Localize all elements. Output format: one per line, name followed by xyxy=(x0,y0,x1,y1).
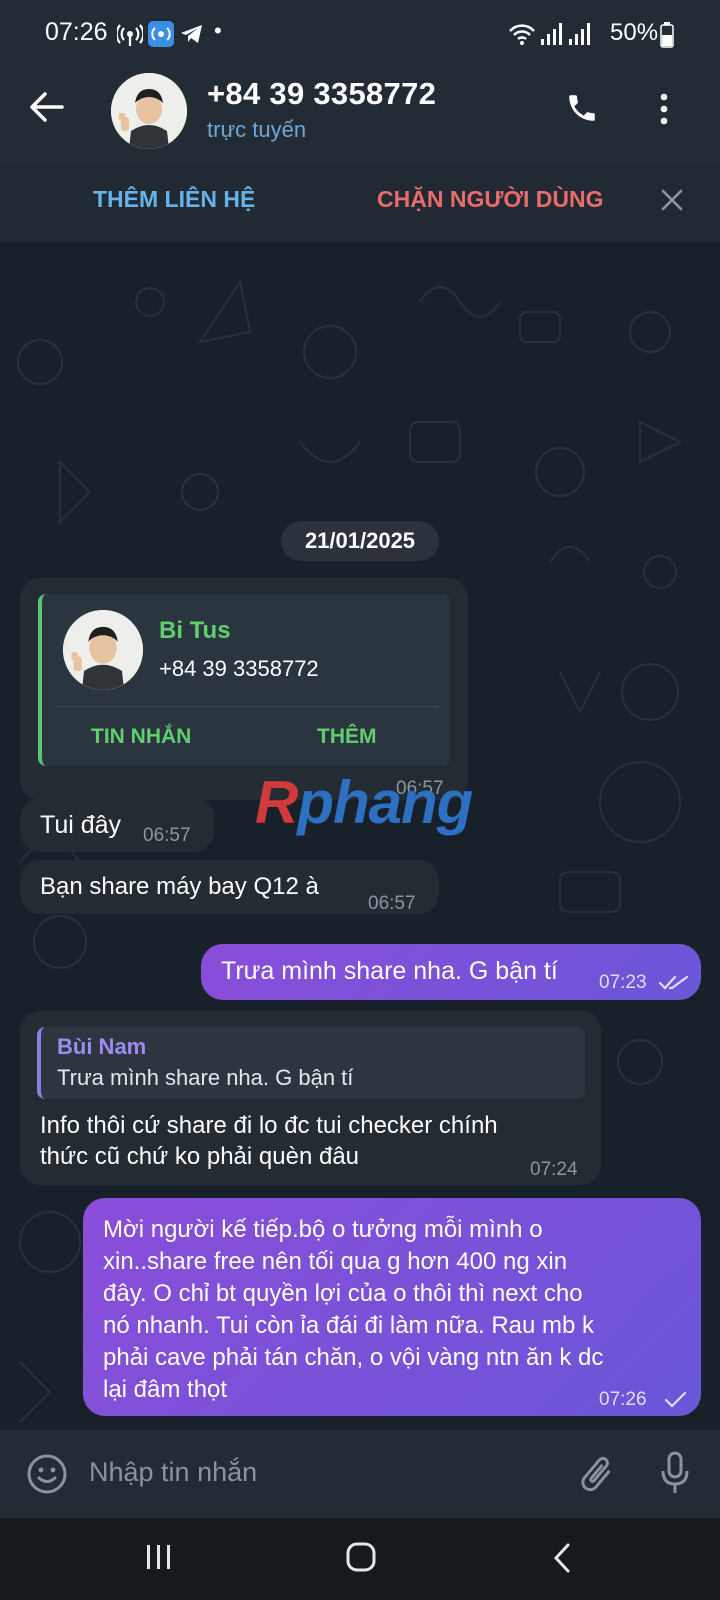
message-text-line: xin..share free nên tối qua g hơn 400 ng… xyxy=(103,1248,568,1275)
message-input[interactable]: Nhập tin nhắn xyxy=(89,1457,257,1488)
phone-icon[interactable] xyxy=(565,91,599,125)
back-arrow-icon[interactable] xyxy=(30,92,64,122)
message-text: Bạn share máy bay Q12 à xyxy=(40,873,319,900)
mic-icon[interactable] xyxy=(659,1451,691,1497)
message-time: 07:26 xyxy=(599,1389,647,1410)
avatar-image xyxy=(63,610,143,690)
home-icon[interactable] xyxy=(345,1541,377,1573)
battery-icon xyxy=(660,22,674,48)
signal-icon xyxy=(541,23,562,45)
message-text-line: lại đâm thọt xyxy=(103,1376,228,1403)
message-time: 07:24 xyxy=(530,1159,578,1180)
signal-icon xyxy=(569,23,590,45)
block-user-button[interactable]: CHẶN NGƯỜI DÙNG xyxy=(377,186,604,213)
single-check-icon xyxy=(665,1392,687,1408)
message-text-line: Mời người kế tiếp.bộ o tưởng mỗi mình o xyxy=(103,1216,543,1243)
message-text-line: thức cũ chứ ko phải quèn đâu xyxy=(40,1143,360,1170)
message-text-line: Info thôi cứ share đi lo đc tui checker … xyxy=(40,1112,498,1139)
status-time: 07:26 xyxy=(45,18,108,46)
card-divider xyxy=(56,706,439,707)
shared-contact-name: Bi Tus xyxy=(159,617,231,644)
contact-name: +84 39 3358772 xyxy=(207,76,437,111)
card-message-button[interactable]: TIN NHẮN xyxy=(91,725,191,749)
more-vert-icon[interactable] xyxy=(658,92,670,126)
message-time: 06:57 xyxy=(143,825,191,846)
status-dot: • xyxy=(214,18,222,43)
close-icon[interactable] xyxy=(661,189,683,211)
wifi-icon xyxy=(509,24,535,45)
attach-icon[interactable] xyxy=(574,1452,618,1496)
battery-percentage: 50% xyxy=(610,19,659,46)
avatar-image xyxy=(111,73,187,149)
message-text: Trưa mình share nha. G bận tí xyxy=(221,957,558,985)
message-text: Tui đây xyxy=(40,811,122,839)
hotspot-icon xyxy=(117,24,143,46)
shared-contact-phone: +84 39 3358772 xyxy=(159,656,319,681)
shared-contact-avatar[interactable] xyxy=(63,610,143,690)
watermark-logo: Rphang xyxy=(255,769,473,836)
wifi-calling-icon xyxy=(148,21,174,47)
date-separator-label: 21/01/2025 xyxy=(304,528,416,553)
emoji-icon[interactable] xyxy=(26,1453,68,1495)
avatar[interactable] xyxy=(111,73,187,149)
message-time: 07:23 xyxy=(599,972,647,993)
message-text-line: đây. O chỉ bt quyền lợi của o thôi thì n… xyxy=(103,1280,583,1307)
message-text-line: phải cave phải tán chăn, o vội vàng ntn … xyxy=(103,1344,604,1371)
reply-text: Trưa mình share nha. G bận tí xyxy=(57,1065,354,1090)
card-add-button[interactable]: THÊM xyxy=(317,725,377,749)
recent-apps-icon[interactable] xyxy=(145,1544,173,1570)
back-icon[interactable] xyxy=(552,1542,572,1574)
contact-status: trực tuyến xyxy=(207,117,307,142)
add-contact-button[interactable]: THÊM LIÊN HỆ xyxy=(93,186,255,213)
double-check-icon xyxy=(659,975,689,990)
message-time: 06:57 xyxy=(368,893,416,914)
reply-author: Bùi Nam xyxy=(57,1034,147,1059)
telegram-icon xyxy=(181,25,202,43)
message-text-line: nó nhanh. Tui còn ỉa đái đi làm nữa. Rau… xyxy=(103,1312,595,1339)
